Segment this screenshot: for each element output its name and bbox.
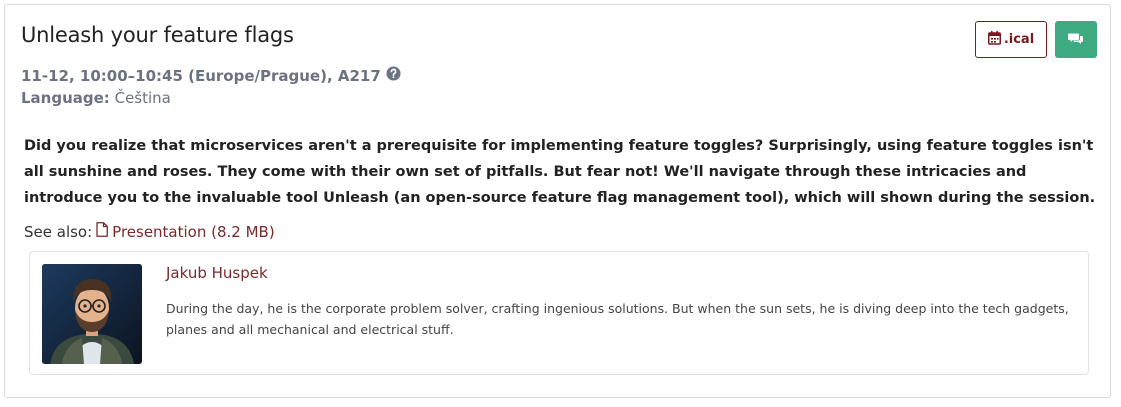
talk-title: Unleash your feature flags (21, 23, 294, 47)
talk-language: Language: Čeština (21, 89, 171, 107)
calendar-icon (987, 30, 1001, 49)
schedule-text: 11-12, 10:00–10:45 (Europe/Prague), A217 (21, 66, 381, 85)
presentation-link-text: Presentation (8.2 MB) (112, 222, 275, 241)
question-circle-icon[interactable] (386, 66, 401, 85)
comments-icon (1068, 30, 1084, 49)
language-label: Language: (21, 89, 110, 107)
talk-schedule: 11-12, 10:00–10:45 (Europe/Prague), A217 (21, 66, 401, 85)
speaker-avatar[interactable] (42, 264, 142, 364)
speaker-name[interactable]: Jakub Huspek (166, 264, 268, 282)
speaker-card: Jakub Huspek During the day, he is the c… (29, 251, 1089, 375)
comments-button[interactable] (1055, 21, 1097, 58)
presentation-link[interactable]: Presentation (8.2 MB) (96, 222, 275, 241)
file-icon (96, 222, 109, 241)
talk-card: Unleash your feature flags .ical 11-12, … (4, 4, 1111, 398)
see-also: See also: Presentation (8.2 MB) (24, 222, 275, 241)
language-value: Čeština (114, 89, 171, 107)
speaker-bio: During the day, he is the corporate prob… (166, 301, 1069, 337)
talk-description: Did you realize that microservices aren'… (24, 138, 1096, 206)
ical-button[interactable]: .ical (975, 21, 1047, 58)
see-also-label: See also: (24, 222, 93, 241)
ical-label: .ical (1003, 32, 1035, 47)
